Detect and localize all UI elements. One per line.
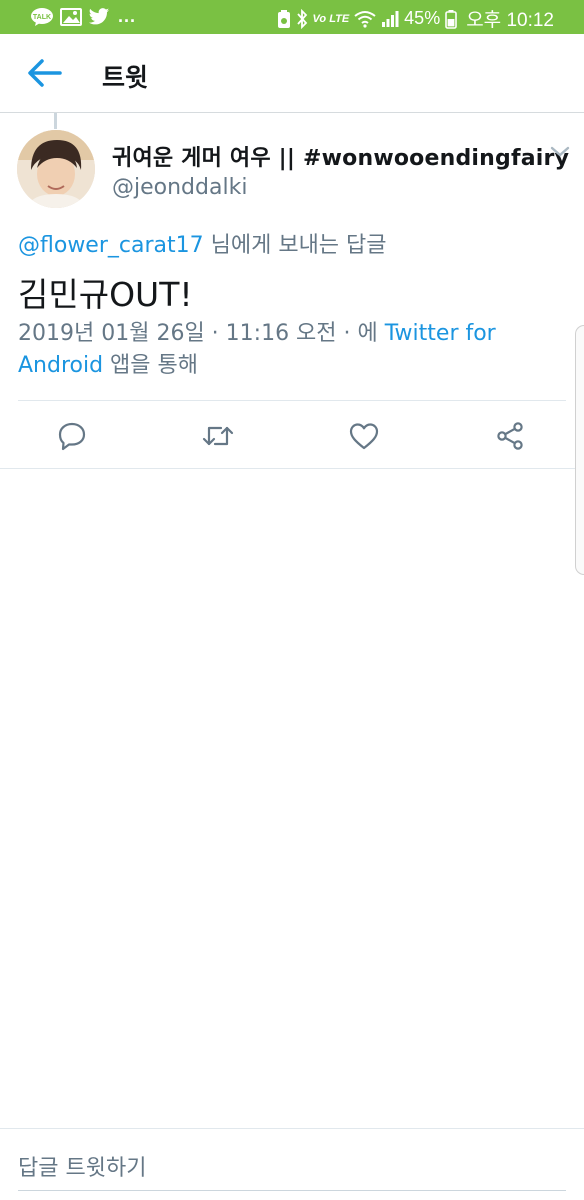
tweet-text: 김민규OUT!	[18, 275, 193, 314]
retweet-icon	[202, 426, 234, 446]
compose-underline	[18, 1190, 566, 1191]
reply-context: @flower_carat17 님에게 보내는 답글	[18, 227, 387, 259]
divider	[0, 468, 584, 469]
svg-text:TALK: TALK	[33, 14, 51, 21]
battery-icon	[445, 9, 458, 29]
reply-compose-field[interactable]: 답글 트윗하기	[18, 1150, 146, 1182]
tweet-meta: 2019년 01월 26일 · 11:16 오전 · 에 Twitter for…	[18, 318, 548, 382]
bluetooth-icon	[296, 8, 308, 29]
tweet-timestamp: 2019년 01월 26일 · 11:16 오전 · 에	[18, 321, 385, 346]
status-bar: TALK ... Vo LTE 45% 오후 10:12	[0, 0, 584, 34]
arrow-left-icon	[28, 59, 62, 87]
kakaotalk-icon: TALK	[30, 7, 54, 27]
retweet-button[interactable]	[198, 418, 238, 454]
tweet-menu-button[interactable]	[549, 144, 571, 160]
twitter-icon	[88, 7, 110, 27]
status-overflow: ...	[118, 6, 137, 26]
tweet-actions	[0, 408, 584, 464]
alarm-icon	[277, 9, 291, 29]
status-bar-notifications: TALK ...	[30, 6, 136, 27]
like-button[interactable]	[344, 418, 384, 454]
share-icon	[497, 422, 523, 450]
back-button[interactable]	[26, 56, 66, 90]
reply-button[interactable]	[52, 418, 92, 454]
app-header: 트윗	[0, 34, 584, 113]
source-suffix: 앱을 통해	[103, 353, 199, 378]
display-name[interactable]: 귀여운 게머 여우 || #wonwooendingfairy	[112, 140, 569, 172]
clock: 오후 10:12	[466, 10, 554, 31]
reply-icon	[58, 422, 86, 451]
divider	[18, 400, 566, 401]
reply-mention-link[interactable]: @flower_carat17	[18, 233, 204, 258]
edge-panel-handle[interactable]	[575, 325, 584, 575]
thread-connector	[54, 113, 57, 129]
avatar[interactable]	[17, 130, 95, 208]
status-bar-system: Vo LTE 45% 오후 10:12	[277, 5, 554, 32]
divider	[0, 1128, 584, 1129]
wifi-icon	[354, 10, 376, 28]
like-icon	[349, 423, 379, 450]
page-title: 트윗	[102, 63, 149, 92]
volte-icon: Vo LTE	[312, 12, 350, 25]
gallery-icon	[60, 7, 82, 27]
reply-context-label: 님에게 보내는 답글	[203, 233, 387, 258]
chevron-down-icon	[550, 146, 570, 157]
share-button[interactable]	[490, 418, 530, 454]
user-handle[interactable]: @jeonddalki	[112, 175, 247, 200]
battery-percent: 45%	[404, 8, 441, 28]
signal-icon	[381, 10, 399, 28]
